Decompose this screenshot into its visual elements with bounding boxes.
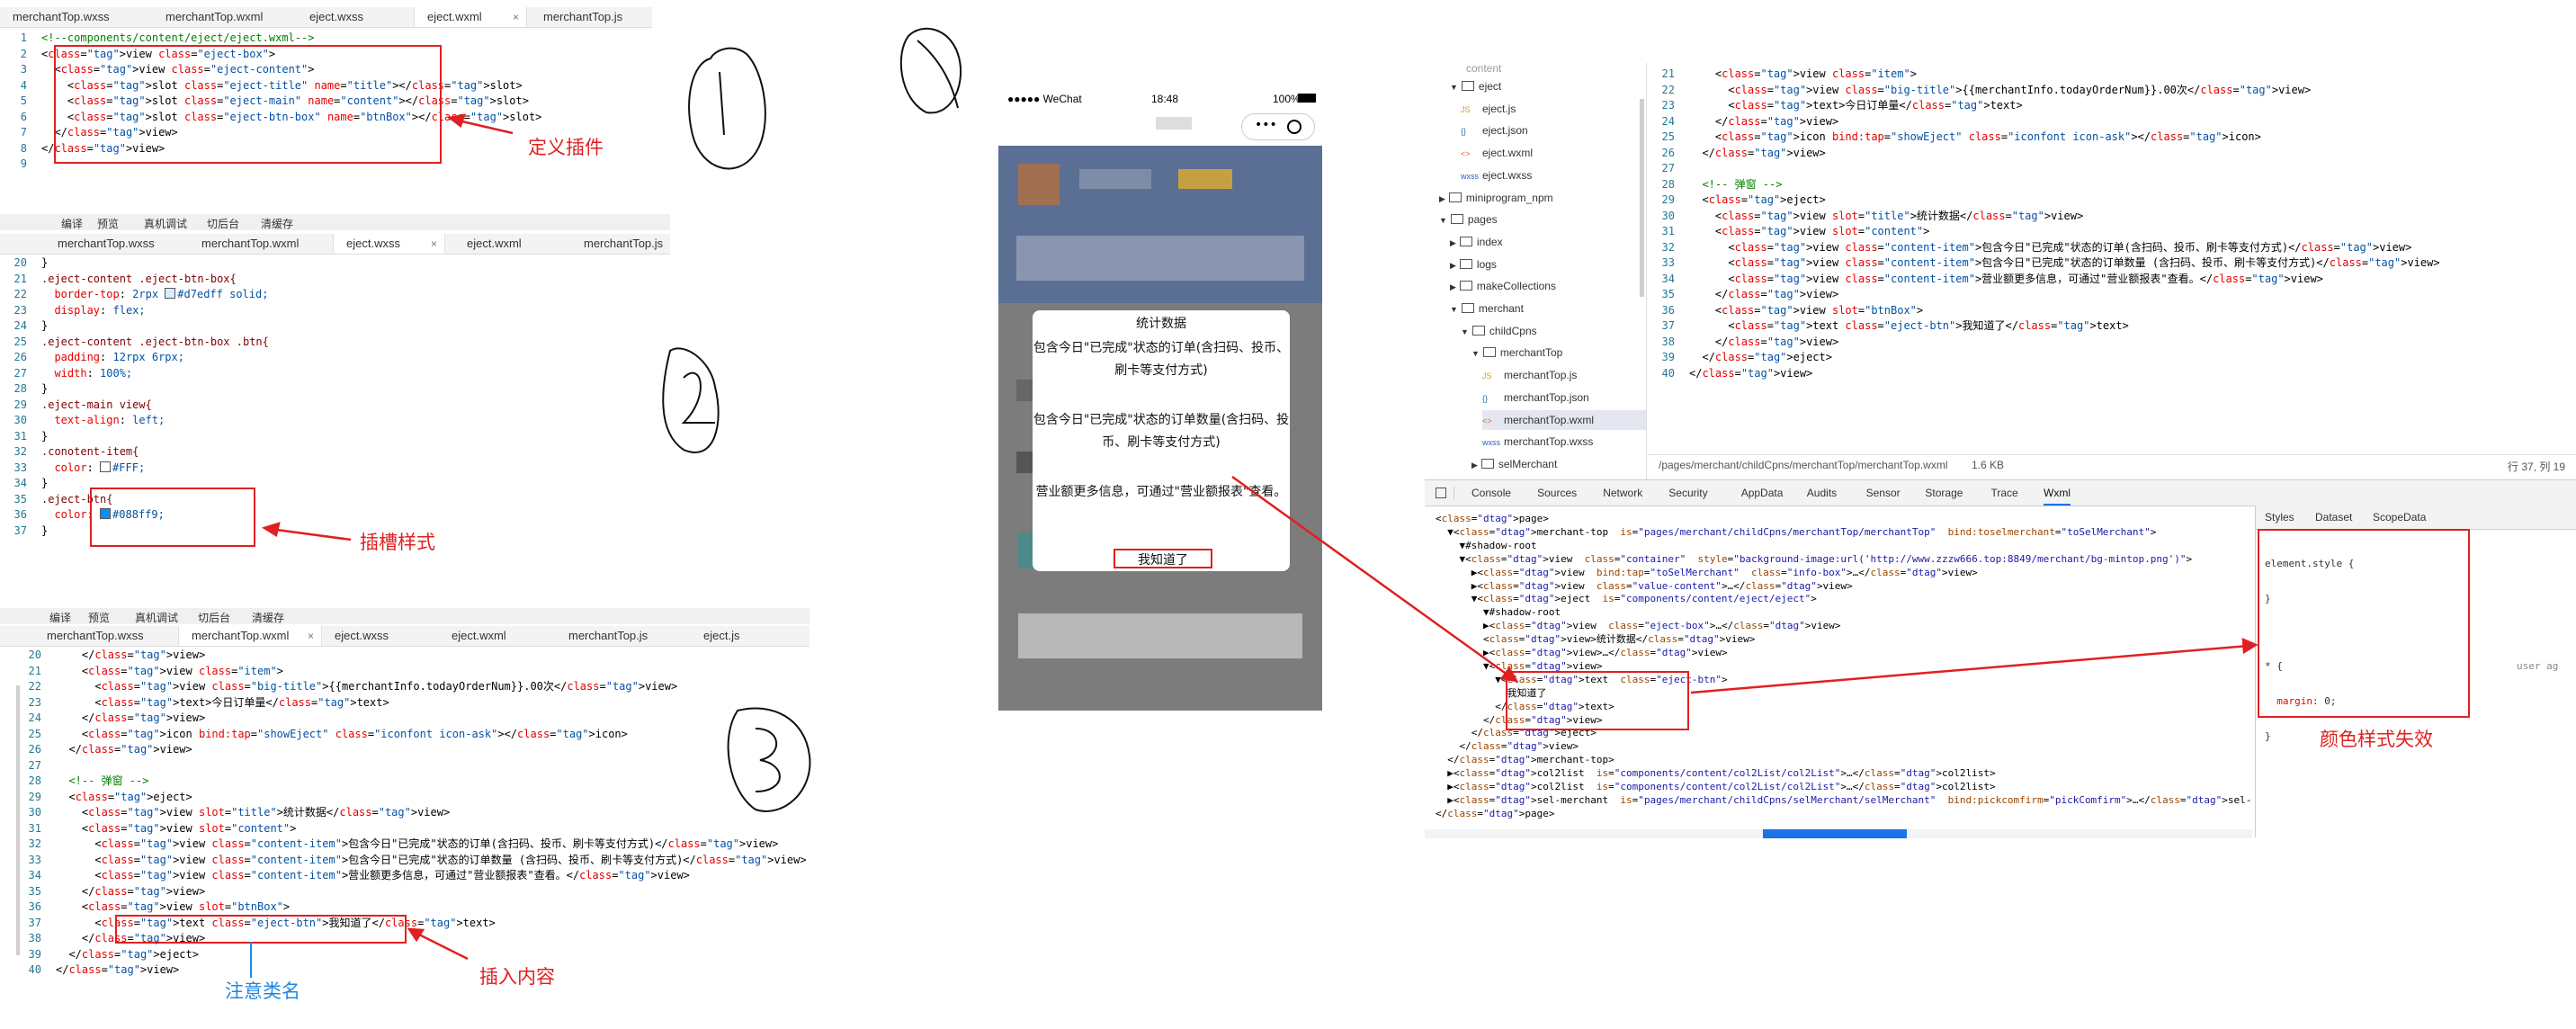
arrowhead: [2241, 638, 2258, 655]
handwritten-number-3: [727, 707, 811, 812]
arrow-button-to-dom: [1231, 475, 1512, 679]
arrow-dom-to-styles: [1690, 644, 2250, 694]
handwritten-marks: [262, 27, 2258, 961]
handwritten-number-1: [688, 47, 766, 170]
arrowhead: [407, 927, 425, 943]
arrow-insert-content: [413, 930, 469, 961]
arrowhead: [446, 113, 466, 129]
arrow-slot-style: [269, 527, 352, 541]
handwritten-number-2: [662, 347, 720, 453]
arrowhead: [1499, 666, 1519, 683]
arrowhead: [262, 522, 281, 537]
handwritten-number-4: [899, 27, 962, 114]
